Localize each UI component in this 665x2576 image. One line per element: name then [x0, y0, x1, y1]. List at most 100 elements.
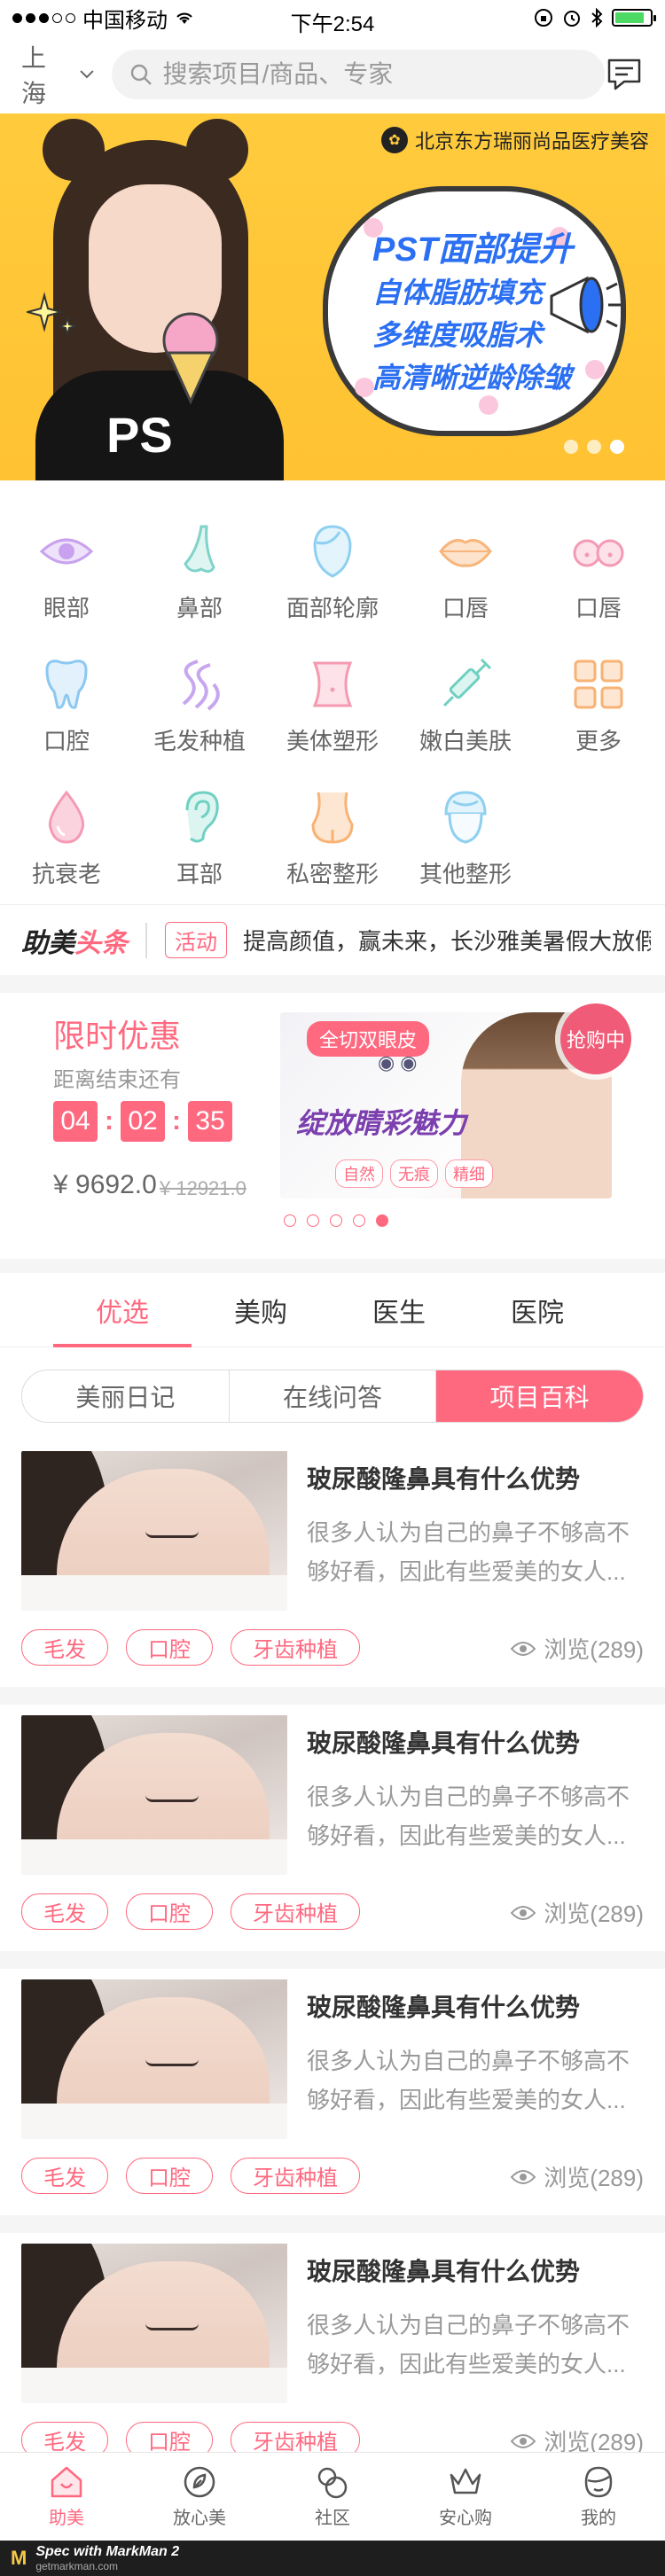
- eye-view-icon: [510, 2169, 536, 2184]
- pager-dot[interactable]: [353, 1214, 365, 1227]
- syringe-icon: [437, 656, 494, 713]
- countdown-caption: 距离结束还有: [53, 1068, 181, 1092]
- category-nose[interactable]: 鼻部: [133, 507, 266, 640]
- tab-community[interactable]: 社区: [266, 2453, 399, 2541]
- category-lips[interactable]: 口唇: [399, 507, 532, 640]
- promo-chip: 精细: [445, 1159, 493, 1188]
- article-tag[interactable]: 牙齿种植: [231, 2158, 360, 2194]
- promo-chip: 无痕: [390, 1159, 438, 1188]
- article-tag[interactable]: 毛发: [21, 2158, 108, 2194]
- face-contour-icon: [304, 523, 361, 580]
- tab-shop[interactable]: 美购: [192, 1273, 330, 1347]
- original-price: ¥ 12921.0: [160, 1177, 246, 1199]
- category-body-shape[interactable]: 美体塑形: [266, 640, 399, 773]
- article-summary: 很多人认为自己的鼻子不够高不够好看，因此有些爱美的女人...: [307, 2048, 630, 2113]
- tab-label: 我的: [581, 2509, 616, 2528]
- clinic-logo-icon: ✿: [380, 127, 408, 153]
- sale-price: ¥ 9692.0: [53, 1170, 157, 1199]
- article-tag[interactable]: 口腔: [126, 1893, 213, 1930]
- status-bar: 中国移动 下午2:54: [0, 0, 665, 36]
- article-tag[interactable]: 牙齿种植: [231, 1629, 360, 1666]
- tab-trust[interactable]: 放心美: [133, 2453, 266, 2541]
- ice-cream-icon: [162, 312, 219, 405]
- hair-icon: [171, 656, 228, 713]
- article-tag[interactable]: 牙齿种植: [231, 1893, 360, 1930]
- category-more[interactable]: 更多: [532, 640, 665, 773]
- search-bar[interactable]: [111, 50, 606, 99]
- crown-icon: [450, 2468, 481, 2494]
- city-selector[interactable]: 上海: [21, 39, 94, 110]
- clinic-brand: ✿ 北京东方瑞丽尚品医疗美容: [380, 126, 649, 154]
- wifi-icon: [176, 12, 192, 24]
- segment-beauty-diary[interactable]: 美丽日记: [22, 1370, 230, 1422]
- pager-dot-active[interactable]: [376, 1214, 388, 1227]
- pager-dot[interactable]: [284, 1214, 296, 1227]
- pager-dot[interactable]: [564, 440, 578, 454]
- category-eye[interactable]: 眼部: [0, 507, 133, 640]
- lips-icon: [437, 523, 494, 580]
- eye-view-icon: [510, 1641, 536, 1656]
- tab-home[interactable]: 助美: [0, 2453, 133, 2541]
- category-whitening[interactable]: 嫩白美肤: [399, 640, 532, 773]
- article-tags: 毛发 口腔 牙齿种植: [21, 1629, 360, 1666]
- countdown-timer: 04 : 02 : 35: [53, 1101, 232, 1142]
- category-label: 面部轮廓: [286, 595, 379, 621]
- megaphone-icon: [550, 276, 621, 334]
- section-divider: [0, 1259, 665, 1273]
- article-tag[interactable]: 口腔: [126, 1629, 213, 1666]
- category-chest[interactable]: 口唇: [532, 507, 665, 640]
- tab-featured[interactable]: 优选: [53, 1273, 192, 1347]
- view-count-label: 浏览(289): [544, 2165, 644, 2191]
- category-hair[interactable]: 毛发种植: [133, 640, 266, 773]
- pager-dot-active[interactable]: [610, 440, 624, 454]
- article-tag[interactable]: 毛发: [21, 1893, 108, 1930]
- city-label: 上海: [21, 44, 47, 107]
- category-label: 眼部: [43, 595, 90, 621]
- tab-doctors[interactable]: 医生: [330, 1273, 468, 1347]
- headline-strip[interactable]: 助美头条 活动 提高颜值，赢未来，长沙雅美暑假大放假大: [0, 904, 665, 975]
- tab-profile[interactable]: 我的: [532, 2453, 665, 2541]
- buy-now-button[interactable]: 抢购中: [560, 1003, 631, 1074]
- segment-online-qa[interactable]: 在线问答: [230, 1370, 437, 1422]
- category-private[interactable]: 私密整形: [266, 773, 399, 906]
- article-tag[interactable]: 口腔: [126, 2158, 213, 2194]
- tab-shop[interactable]: 安心购: [399, 2453, 532, 2541]
- article-card[interactable]: 玻尿酸隆鼻具有什么优势 很多人认为自己的鼻子不够高不够好看，因此有些爱美的女人.…: [0, 1440, 665, 1705]
- category-anti-aging[interactable]: 抗衰老: [0, 773, 133, 906]
- countdown-minutes: 02: [121, 1101, 165, 1142]
- markman-footer: M Spec with MarkMan 2 getmarkman.com: [0, 2541, 665, 2576]
- article-title: 玻尿酸隆鼻具有什么优势: [307, 1994, 581, 2021]
- category-label: 耳部: [176, 861, 223, 887]
- promo-chips: 自然 无痕 精细: [335, 1159, 493, 1188]
- category-face-contour[interactable]: 面部轮廓: [266, 507, 399, 640]
- promo-tag: 全切双眼皮: [307, 1021, 430, 1057]
- category-label: 鼻部: [176, 595, 223, 621]
- category-label: 抗衰老: [31, 861, 101, 887]
- category-tooth[interactable]: 口腔: [0, 640, 133, 773]
- message-button[interactable]: [605, 55, 644, 94]
- category-label: 嫩白美肤: [419, 728, 512, 754]
- hip-icon: [304, 789, 361, 846]
- article-summary: 很多人认为自己的鼻子不够高不够好看，因此有些爱美的女人...: [307, 1519, 630, 1585]
- segment-encyclopedia[interactable]: 项目百科: [436, 1370, 643, 1422]
- banner-pager: [564, 440, 624, 454]
- category-other[interactable]: 其他整形: [399, 773, 532, 906]
- chat-bubble-icon: [607, 59, 641, 90]
- headline-tag: 活动: [165, 922, 227, 958]
- pager-dot[interactable]: [307, 1214, 319, 1227]
- article-tag[interactable]: 毛发: [21, 1629, 108, 1666]
- bottom-tab-bar: 助美 放心美 社区 安心购 我的: [0, 2452, 665, 2541]
- headline-brand: 助美头条: [21, 928, 128, 958]
- nose-icon: [171, 523, 228, 580]
- category-ear[interactable]: 耳部: [133, 773, 266, 906]
- tab-hospitals[interactable]: 医院: [468, 1273, 606, 1347]
- article-card[interactable]: 玻尿酸隆鼻具有什么优势 很多人认为自己的鼻子不够高不够好看，因此有些爱美的女人.…: [0, 1705, 665, 1969]
- tab-label: 助美: [49, 2509, 84, 2528]
- pager-dot[interactable]: [587, 440, 601, 454]
- main-tabs: 优选 美购 医生 医院: [0, 1273, 665, 1347]
- pager-dot[interactable]: [330, 1214, 342, 1227]
- view-count: 浏览(289): [510, 2160, 644, 2193]
- article-card[interactable]: 玻尿酸隆鼻具有什么优势 很多人认为自己的鼻子不够高不够好看，因此有些爱美的女人.…: [0, 1969, 665, 2233]
- promo-banner[interactable]: PS ✿ 北京东方瑞丽尚品医疗美容 PST面部提升 自体脂肪填充 多维度吸脂术 …: [0, 113, 665, 480]
- search-input[interactable]: [162, 60, 571, 89]
